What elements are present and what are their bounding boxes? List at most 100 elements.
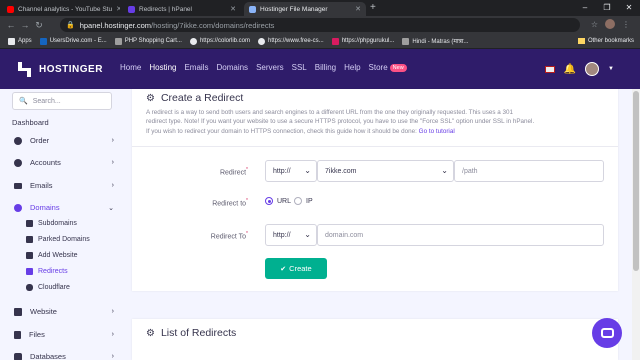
divider bbox=[132, 146, 618, 147]
create-button[interactable]: ✔ Create bbox=[265, 258, 327, 279]
subitem-label: Subdomains bbox=[38, 220, 77, 227]
tab-title: Redirects | hPanel bbox=[139, 5, 192, 13]
browser-actions: ☆ ⋮ bbox=[591, 19, 630, 29]
globe-icon bbox=[14, 203, 22, 212]
chevron-down-icon[interactable]: ▼ bbox=[608, 66, 614, 72]
usersdrive-icon bbox=[39, 37, 47, 45]
sidebar-item-label: Databases bbox=[30, 352, 66, 360]
menu-dots-icon[interactable]: ⋮ bbox=[622, 20, 630, 29]
card-title-text: List of Redirects bbox=[160, 327, 237, 339]
profile-avatar[interactable] bbox=[605, 19, 615, 29]
menu-store[interactable]: Store New bbox=[369, 63, 407, 72]
radio-url[interactable]: URL bbox=[265, 197, 291, 205]
destination-input[interactable]: domain.com bbox=[317, 224, 604, 246]
bookmark-usersdrive[interactable]: UsersDrive.com - E... bbox=[39, 37, 107, 45]
file-icon bbox=[14, 330, 21, 339]
chevron-right-icon: › bbox=[111, 331, 114, 338]
to-protocol-select[interactable]: http:// ⌄ bbox=[265, 224, 317, 246]
sidebar-item-domains[interactable]: Domains ⌄ bbox=[14, 203, 114, 212]
path-input[interactable]: /path bbox=[454, 160, 604, 182]
chat-button[interactable] bbox=[592, 318, 622, 348]
go-to-tutorial-link[interactable]: Go to tutorial bbox=[419, 128, 455, 135]
sidebar-subitem-cloudflare[interactable]: Cloudflare bbox=[26, 284, 70, 291]
hostinger-logo[interactable]: HOSTINGER bbox=[18, 61, 103, 77]
redirect-description: A redirect is a way to send both users a… bbox=[146, 108, 606, 136]
bookmark-colorlib[interactable]: https://colorlib.com bbox=[189, 37, 250, 45]
bell-icon[interactable]: 🔔 bbox=[564, 64, 576, 75]
bookmark-phpgurukul[interactable]: https://phpgurukul... bbox=[331, 37, 394, 45]
bookmark-php-cart[interactable]: PHP Shopping Cart... bbox=[114, 37, 182, 45]
maximize-button[interactable]: ❐ bbox=[596, 0, 618, 16]
redirect-to-url-label: Redirect To* bbox=[132, 231, 248, 240]
star-icon[interactable]: ☆ bbox=[591, 20, 598, 29]
sidebar-item-databases[interactable]: Databases › bbox=[14, 352, 114, 360]
close-icon[interactable]: ✕ bbox=[112, 5, 120, 13]
menu-domains[interactable]: Domains bbox=[216, 63, 248, 72]
sidebar-dashboard-link[interactable]: Dashboard bbox=[12, 118, 49, 127]
description-text: If you wish to redirect your domain to H… bbox=[146, 127, 417, 135]
sidebar-item-accounts[interactable]: Accounts › bbox=[14, 158, 114, 167]
radio-dot bbox=[294, 197, 302, 205]
sidebar-item-website[interactable]: Website › bbox=[14, 307, 114, 316]
sidebar-item-label: Order bbox=[30, 136, 50, 145]
sidebar-subitem-redirects[interactable]: Redirects bbox=[26, 268, 68, 275]
radio-ip[interactable]: IP bbox=[294, 197, 313, 205]
folder-icon bbox=[577, 38, 585, 44]
bookmark-apps[interactable]: Apps bbox=[8, 37, 32, 45]
window-controls: – ❐ ✕ bbox=[574, 0, 640, 16]
required-marker: * bbox=[246, 198, 248, 204]
menu-home[interactable]: Home bbox=[120, 63, 141, 72]
list-title: ⚙ List of Redirects bbox=[146, 327, 236, 339]
language-flag-icon[interactable] bbox=[544, 65, 555, 73]
menu-help[interactable]: Help bbox=[344, 63, 360, 72]
scrollbar-thumb[interactable] bbox=[633, 91, 639, 271]
menu-servers[interactable]: Servers bbox=[256, 63, 284, 72]
chevron-right-icon: › bbox=[111, 137, 114, 144]
forward-icon[interactable]: → bbox=[18, 20, 32, 30]
user-avatar[interactable] bbox=[585, 62, 600, 76]
redirect-label: Redirect* bbox=[132, 167, 248, 176]
sidebar-search-input[interactable]: 🔍 Search... bbox=[12, 92, 112, 110]
sidebar-item-label: Domains bbox=[30, 203, 60, 212]
description-line: If you wish to redirect your domain to H… bbox=[146, 127, 606, 136]
bookmark-label: https://colorlib.com bbox=[199, 38, 250, 44]
sidebar-subitem-subdomains[interactable]: Subdomains bbox=[26, 220, 77, 227]
bookmark-free-css[interactable]: https://www.free-cs... bbox=[258, 37, 324, 45]
menu-billing[interactable]: Billing bbox=[315, 63, 336, 72]
tab-youtube-analytics[interactable]: Channel analytics - YouTube Stu ✕ bbox=[2, 2, 120, 16]
reload-icon[interactable]: ↻ bbox=[32, 20, 46, 31]
sidebar-subitem-parked-domains[interactable]: Parked Domains bbox=[26, 236, 90, 243]
sidebar-item-files[interactable]: Files › bbox=[14, 330, 114, 339]
sidebar-subitem-add-website[interactable]: Add Website bbox=[26, 252, 78, 259]
new-tab-button[interactable]: + bbox=[370, 2, 376, 14]
bookmark-label: Apps bbox=[18, 38, 32, 44]
tab-redirects-hpanel[interactable]: Redirects | hPanel ✕ bbox=[123, 2, 241, 16]
bookmark-label: https://www.free-cs... bbox=[268, 38, 324, 44]
sidebar-item-label: Website bbox=[30, 307, 57, 316]
close-icon[interactable]: ✕ bbox=[351, 5, 361, 13]
menu-ssl[interactable]: SSL bbox=[292, 63, 307, 72]
minimize-button[interactable]: – bbox=[574, 0, 596, 16]
close-window-button[interactable]: ✕ bbox=[618, 0, 640, 16]
other-bookmarks[interactable]: Other bookmarks bbox=[577, 38, 634, 44]
back-icon[interactable]: ← bbox=[4, 20, 18, 30]
hostinger-logo-icon bbox=[18, 61, 31, 77]
chevron-right-icon: › bbox=[111, 308, 114, 315]
subitem-label: Redirects bbox=[38, 268, 68, 275]
chevron-down-icon: ⌄ bbox=[304, 166, 311, 175]
page-icon bbox=[402, 37, 410, 45]
bookmark-hindi-matras[interactable]: Hindi - Matras (मात्रा... bbox=[402, 37, 468, 45]
parked-domain-icon bbox=[26, 236, 33, 243]
url-input[interactable]: 🔒 hpanel.hostinger.com/hosting/7ikke.com… bbox=[60, 18, 580, 32]
sidebar-item-emails[interactable]: Emails › bbox=[14, 181, 114, 190]
label-text: Redirect To bbox=[210, 233, 247, 241]
redirect-to-label: Redirect to* bbox=[132, 198, 248, 207]
sidebar-item-order[interactable]: Order › bbox=[14, 136, 114, 145]
page-scrollbar[interactable] bbox=[632, 89, 640, 360]
menu-hosting[interactable]: Hosting bbox=[149, 63, 176, 72]
protocol-select[interactable]: http:// ⌄ bbox=[265, 160, 317, 182]
close-icon[interactable]: ✕ bbox=[226, 5, 236, 13]
domain-select[interactable]: 7ikke.com ⌄ bbox=[317, 160, 454, 182]
tab-file-manager[interactable]: Hostinger File Manager ✕ bbox=[244, 2, 366, 16]
menu-emails[interactable]: Emails bbox=[184, 63, 208, 72]
